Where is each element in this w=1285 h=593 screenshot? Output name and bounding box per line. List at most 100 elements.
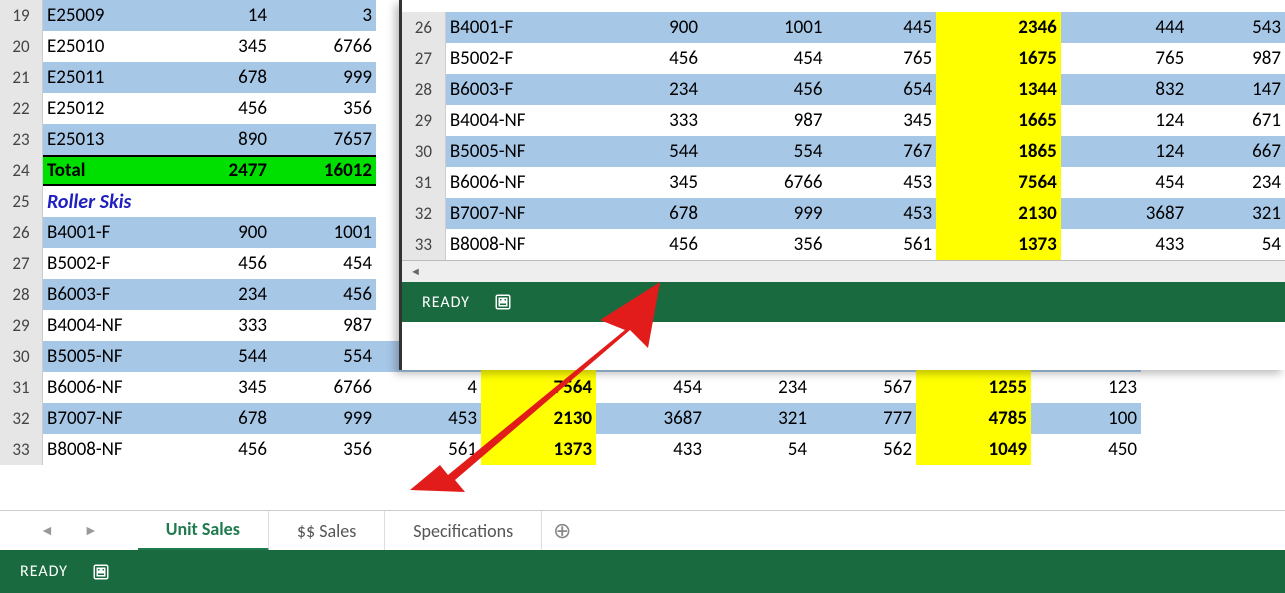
- scroll-left-icon[interactable]: ◄: [410, 265, 421, 278]
- cell[interactable]: 7657: [271, 124, 376, 155]
- cell[interactable]: B6006-NF: [43, 372, 178, 403]
- cell[interactable]: 6766: [271, 31, 376, 62]
- cell[interactable]: E25010: [43, 31, 178, 62]
- cell[interactable]: 453: [376, 403, 481, 434]
- cell[interactable]: 345: [827, 105, 937, 136]
- cell[interactable]: 562: [811, 434, 916, 465]
- cell-highlight[interactable]: 1373: [481, 434, 596, 465]
- cell[interactable]: 777: [811, 403, 916, 434]
- cell[interactable]: 987: [702, 105, 827, 136]
- macro-recording-icon[interactable]: [494, 293, 512, 311]
- cell[interactable]: 678: [178, 62, 271, 93]
- second-excel-window[interactable]: 26B4001-F9001001445234644454327B5002-F45…: [399, 0, 1285, 370]
- cell[interactable]: 678: [592, 198, 702, 229]
- cell[interactable]: 3687: [1061, 198, 1189, 229]
- cell[interactable]: 356: [702, 229, 827, 260]
- row-header[interactable]: 26: [402, 12, 446, 43]
- cell[interactable]: 124: [1061, 105, 1189, 136]
- table-row[interactable]: 30B5005-NF5445547671865124667: [402, 136, 1285, 167]
- cell[interactable]: 454: [1061, 167, 1189, 198]
- cell[interactable]: 234: [178, 279, 271, 310]
- cell[interactable]: B8008-NF: [43, 434, 178, 465]
- cell[interactable]: 554: [271, 341, 376, 372]
- cell[interactable]: 450: [1031, 434, 1141, 465]
- row-header[interactable]: 29: [402, 105, 446, 136]
- add-sheet-button[interactable]: ⊕: [542, 517, 582, 544]
- cell[interactable]: 454: [596, 372, 706, 403]
- cell[interactable]: 333: [592, 105, 702, 136]
- row-header[interactable]: 28: [0, 279, 43, 310]
- cell[interactable]: 456: [592, 229, 702, 260]
- section-title[interactable]: Roller Skis: [43, 186, 376, 217]
- sheet-tab-dollar-sales[interactable]: $$ Sales: [269, 511, 385, 551]
- table-row[interactable]: 33B8008-NF456356561137343354: [402, 229, 1285, 260]
- row-header[interactable]: 25: [0, 186, 43, 217]
- cell[interactable]: E25012: [43, 93, 178, 124]
- cell[interactable]: 54: [706, 434, 811, 465]
- cell[interactable]: 456: [592, 43, 702, 74]
- row-header[interactable]: 31: [402, 167, 446, 198]
- cell[interactable]: 433: [1061, 229, 1189, 260]
- row-header[interactable]: 19: [0, 0, 43, 31]
- row-header[interactable]: 33: [402, 229, 446, 260]
- table-row[interactable]: 32B7007-NF67899945321303687321: [402, 198, 1285, 229]
- cell[interactable]: 900: [592, 12, 702, 43]
- cell[interactable]: 234: [592, 74, 702, 105]
- cell[interactable]: 445: [827, 12, 937, 43]
- cell[interactable]: 4: [376, 372, 481, 403]
- cell[interactable]: 453: [827, 167, 937, 198]
- row-header[interactable]: 23: [0, 124, 43, 155]
- cell[interactable]: 567: [811, 372, 916, 403]
- cell[interactable]: 123: [1031, 372, 1141, 403]
- cell[interactable]: 554: [702, 136, 827, 167]
- cell[interactable]: B7007-NF: [446, 198, 593, 229]
- cell[interactable]: 999: [271, 403, 376, 434]
- cell[interactable]: 987: [271, 310, 376, 341]
- cell[interactable]: 100: [1031, 403, 1141, 434]
- row-header[interactable]: 26: [0, 217, 43, 248]
- cell[interactable]: E25009: [43, 0, 178, 31]
- row-header[interactable]: 29: [0, 310, 43, 341]
- sheet-nav-left-icon[interactable]: ◄: [40, 522, 54, 539]
- cell[interactable]: B5002-F: [446, 43, 593, 74]
- cell[interactable]: 147: [1188, 74, 1285, 105]
- cell[interactable]: 544: [592, 136, 702, 167]
- macro-recording-icon[interactable]: [92, 563, 110, 581]
- sheet-nav-arrows[interactable]: ◄ ►: [20, 522, 138, 539]
- cell[interactable]: B6003-F: [446, 74, 593, 105]
- cell[interactable]: B4004-NF: [446, 105, 593, 136]
- total-cell[interactable]: 16012: [271, 155, 376, 186]
- cell[interactable]: B6003-F: [43, 279, 178, 310]
- cell[interactable]: B5005-NF: [446, 136, 593, 167]
- cell-highlight[interactable]: 7564: [481, 372, 596, 403]
- cell[interactable]: 433: [596, 434, 706, 465]
- cell-highlight[interactable]: 1344: [936, 74, 1061, 105]
- table-row[interactable]: 28B6003-F2344566541344832147: [402, 74, 1285, 105]
- cell[interactable]: 333: [178, 310, 271, 341]
- cell[interactable]: B4001-F: [446, 12, 593, 43]
- row-header[interactable]: 32: [402, 198, 446, 229]
- cell[interactable]: 6766: [271, 372, 376, 403]
- cell[interactable]: E25013: [43, 124, 178, 155]
- cell[interactable]: B5005-NF: [43, 341, 178, 372]
- cell[interactable]: 561: [827, 229, 937, 260]
- row-header[interactable]: 30: [0, 341, 43, 372]
- cell[interactable]: 356: [271, 93, 376, 124]
- cell-highlight[interactable]: 1675: [936, 43, 1061, 74]
- cell[interactable]: B6006-NF: [446, 167, 593, 198]
- sheet-tab-specifications[interactable]: Specifications: [385, 511, 542, 551]
- cell[interactable]: 321: [706, 403, 811, 434]
- cell[interactable]: 667: [1188, 136, 1285, 167]
- row-header[interactable]: 33: [0, 434, 43, 465]
- table-row[interactable]: 29B4004-NF3339873451665124671: [402, 105, 1285, 136]
- cell[interactable]: B5002-F: [43, 248, 178, 279]
- cell-highlight[interactable]: 2130: [936, 198, 1061, 229]
- cell[interactable]: 321: [1188, 198, 1285, 229]
- cell[interactable]: 671: [1188, 105, 1285, 136]
- cell[interactable]: 456: [271, 279, 376, 310]
- cell[interactable]: 454: [271, 248, 376, 279]
- cell-highlight[interactable]: 1049: [916, 434, 1031, 465]
- row-header[interactable]: 24: [0, 155, 43, 186]
- cell[interactable]: 1001: [271, 217, 376, 248]
- cell[interactable]: B8008-NF: [446, 229, 593, 260]
